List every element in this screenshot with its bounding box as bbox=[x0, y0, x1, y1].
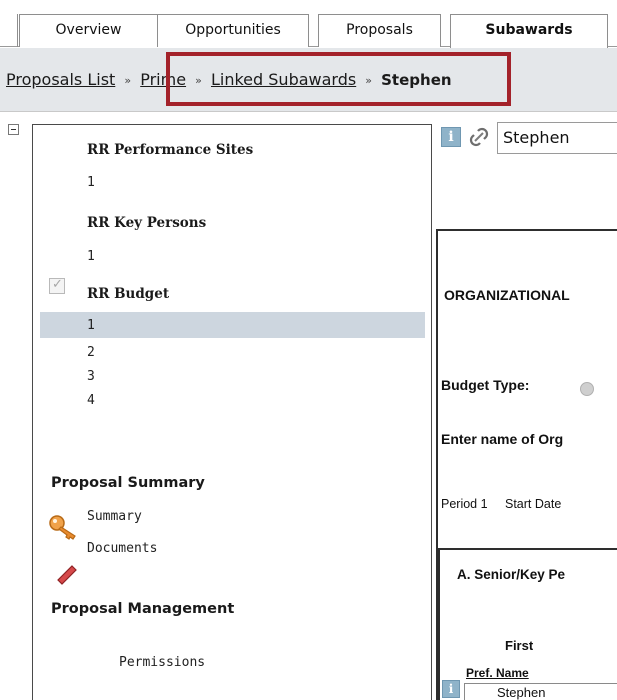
row-info-icon[interactable]: i bbox=[442, 680, 460, 698]
pencil-icon bbox=[57, 565, 77, 585]
tab-bar-edge bbox=[10, 14, 18, 47]
section-heading-proposal-management: Proposal Management bbox=[51, 601, 235, 617]
tree-heading-rr-budget: RR Budget bbox=[87, 286, 170, 302]
tab-proposals[interactable]: Proposals bbox=[318, 14, 441, 47]
first-column-header: First bbox=[505, 638, 534, 653]
tree-item-budget-4[interactable]: 4 bbox=[87, 393, 95, 408]
rr-budget-checkbox[interactable] bbox=[49, 277, 65, 294]
tree-item-budget-2[interactable]: 2 bbox=[87, 345, 95, 360]
breadcrumb-separator: » bbox=[124, 74, 132, 87]
section-heading-proposal-summary: Proposal Summary bbox=[51, 475, 205, 491]
collapse-toggle-icon[interactable] bbox=[8, 124, 19, 135]
top-tab-bar: Overview Opportunities Proposals Subawar… bbox=[0, 0, 617, 48]
tree-item-key-persons-1[interactable]: 1 bbox=[87, 249, 95, 264]
pref-name-column-header: Pref. Name bbox=[466, 666, 529, 680]
link-icon[interactable] bbox=[468, 124, 490, 150]
subaward-title-field[interactable]: Stephen bbox=[497, 122, 617, 154]
breadcrumb-proposals-list[interactable]: Proposals List bbox=[6, 70, 115, 89]
tree-item-budget-3[interactable]: 3 bbox=[87, 369, 95, 384]
tab-opportunities[interactable]: Opportunities bbox=[157, 14, 309, 47]
organizational-heading: ORGANIZATIONAL bbox=[444, 287, 570, 303]
tree-item-summary[interactable]: Summary bbox=[87, 509, 142, 524]
tree-item-performance-sites-1[interactable]: 1 bbox=[87, 175, 95, 190]
start-date-label: Start Date bbox=[505, 497, 562, 511]
org-name-label: Enter name of Org bbox=[441, 431, 564, 447]
tab-subawards[interactable]: Subawards bbox=[450, 14, 608, 48]
tree-item-permissions[interactable]: Permissions bbox=[119, 655, 205, 670]
highlight-annotation-box bbox=[166, 52, 511, 106]
budget-type-label: Budget Type: bbox=[441, 377, 530, 393]
first-name-field[interactable]: Stephen bbox=[464, 683, 617, 700]
tree-item-budget-1[interactable]: 1 bbox=[87, 318, 95, 333]
tab-overview[interactable]: Overview bbox=[19, 14, 158, 47]
selected-row-highlight bbox=[40, 312, 425, 338]
tree-heading-rr-performance-sites: RR Performance Sites bbox=[87, 142, 254, 158]
period-label: Period 1 bbox=[441, 497, 488, 511]
tree-heading-rr-key-persons: RR Key Persons bbox=[87, 215, 207, 231]
navigation-tree-panel: RR Performance Sites 1 RR Key Persons 1 … bbox=[32, 124, 432, 700]
tree-item-documents[interactable]: Documents bbox=[87, 541, 157, 556]
section-a-heading: A. Senior/Key Pe bbox=[457, 567, 566, 582]
budget-type-radio[interactable] bbox=[580, 382, 594, 396]
key-icon bbox=[49, 515, 76, 540]
info-icon[interactable]: i bbox=[441, 127, 461, 147]
